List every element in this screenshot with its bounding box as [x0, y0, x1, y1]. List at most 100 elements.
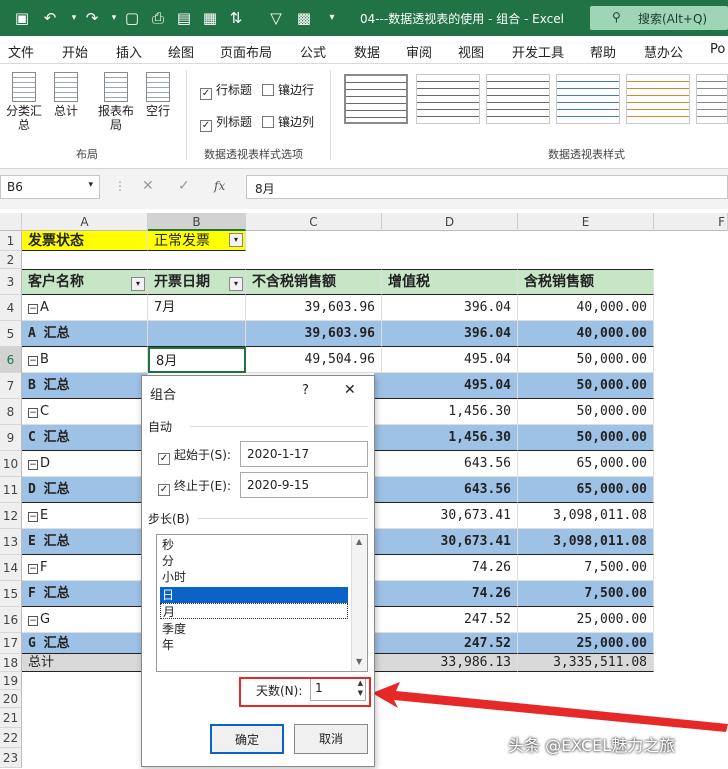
row-header[interactable]: 2 [0, 251, 22, 269]
tab-help[interactable]: 帮助 [590, 42, 616, 61]
collapse-icon[interactable]: − [28, 408, 38, 418]
table-cell[interactable]: 30,673.41 [374, 503, 518, 529]
table-cell[interactable] [148, 321, 246, 347]
banded-rows-checkbox[interactable]: 镶边行 [262, 81, 314, 98]
style-thumbnail-selected[interactable] [344, 74, 408, 124]
row-header[interactable]: 3 [0, 269, 22, 295]
table-cell[interactable]: 25,000.00 [518, 633, 654, 654]
chevron-down-icon[interactable]: ▾ [229, 277, 243, 291]
new-file-icon[interactable]: ▢ [122, 8, 142, 28]
undo-icon[interactable]: ↶ [40, 8, 60, 28]
table-cell[interactable]: 3,098,011.08 [518, 503, 654, 529]
table-cell[interactable]: 65,000.00 [518, 477, 654, 503]
table-cell[interactable]: 40,000.00 [518, 321, 654, 347]
confirm-icon[interactable]: ✓ [178, 178, 190, 194]
screenshot-icon[interactable]: ▩ [294, 8, 314, 28]
table-row-customer[interactable]: − G [22, 607, 142, 633]
row-header[interactable]: 1 [0, 231, 22, 251]
collapse-icon[interactable]: − [28, 616, 38, 626]
sort-icon[interactable]: ⇅ [226, 8, 246, 28]
column-header-b[interactable]: B [148, 213, 246, 231]
column-headers-checkbox[interactable]: ✓ 列标题 [200, 113, 252, 132]
tab-page-layout[interactable]: 页面布局 [220, 42, 272, 61]
tab-home[interactable]: 开始 [62, 42, 88, 61]
tab-file[interactable]: 文件 [8, 42, 34, 61]
column-header-d[interactable]: D [382, 213, 518, 231]
table-row-customer[interactable]: − D [22, 451, 142, 477]
row-header[interactable]: 17 [0, 633, 22, 654]
customize-qat-icon[interactable]: ▾ [322, 8, 342, 28]
end-checkbox[interactable]: ✓ 终止于(E): [158, 477, 231, 496]
row-header[interactable]: 6 [0, 347, 22, 373]
style-thumbnail[interactable] [486, 74, 550, 124]
header-sales-excl-tax[interactable]: 不含税销售额 [246, 269, 382, 295]
tab-insert[interactable]: 插入 [116, 42, 142, 61]
row-header[interactable]: 22 [0, 728, 22, 748]
list-item-hours[interactable]: 小时 [160, 569, 348, 585]
list-item-seconds[interactable]: 秒 [160, 537, 348, 553]
table-row-customer[interactable]: − B [22, 347, 148, 373]
table-cell[interactable]: 495.04 [382, 347, 518, 373]
table-cell[interactable]: 1,456.30 [374, 399, 518, 425]
row-header[interactable]: 8 [0, 399, 22, 425]
tab-review[interactable]: 审阅 [406, 42, 432, 61]
banded-columns-checkbox[interactable]: 镶边列 [262, 113, 314, 130]
collapse-icon[interactable]: − [28, 564, 38, 574]
row-header[interactable]: 4 [0, 295, 22, 321]
row-header[interactable]: 11 [0, 477, 22, 503]
filter-active-icon[interactable]: ▾ [229, 233, 243, 247]
close-icon[interactable]: ✕ [344, 382, 356, 398]
start-date-input[interactable]: 2020-1-17 [240, 441, 368, 467]
table-cell[interactable]: 50,000.00 [518, 373, 654, 399]
table-cell[interactable]: 40,000.00 [518, 295, 654, 321]
column-header-f[interactable]: F [654, 213, 728, 231]
step-listbox[interactable]: 秒 分 小时 日 月 季度 年 ▲ ▼ [156, 534, 368, 672]
redo-icon[interactable]: ↷ [82, 8, 102, 28]
style-thumbnail[interactable] [416, 74, 480, 124]
help-button[interactable]: ? [302, 383, 309, 398]
collapse-icon[interactable]: − [28, 460, 38, 470]
table-cell-date[interactable]: 7月 [148, 295, 246, 321]
table-cell[interactable]: 39,603.96 [246, 321, 382, 347]
scroll-up-icon[interactable]: ▲ [356, 537, 362, 546]
redo-dropdown-icon[interactable]: ▾ [104, 8, 124, 28]
table-cell[interactable]: 7,500.00 [518, 555, 654, 581]
open-file-icon[interactable]: ▤ [174, 8, 194, 28]
tab-draw[interactable]: 绘图 [168, 42, 194, 61]
row-header[interactable]: 12 [0, 503, 22, 529]
row-header[interactable]: 16 [0, 607, 22, 633]
table-cell[interactable]: 74.26 [374, 555, 518, 581]
listbox-scrollbar[interactable]: ▲ ▼ [351, 535, 367, 671]
row-header[interactable]: 14 [0, 555, 22, 581]
active-cell[interactable]: 8月 [148, 347, 246, 373]
row-header[interactable]: 10 [0, 451, 22, 477]
undo-dropdown-icon[interactable]: ▾ [64, 8, 84, 28]
row-header[interactable]: 20 [0, 690, 22, 708]
table-cell[interactable]: 65,000.00 [518, 451, 654, 477]
table-cell[interactable]: 247.52 [374, 633, 518, 654]
table-cell[interactable]: 643.56 [374, 477, 518, 503]
insert-function-icon[interactable]: fx [214, 179, 225, 193]
end-date-input[interactable]: 2020-9-15 [240, 472, 368, 498]
subtotals-button[interactable]: 分类汇总 [4, 72, 44, 132]
row-header[interactable]: 13 [0, 529, 22, 555]
search-box[interactable]: ⚲ 搜索(Alt+Q) [590, 6, 728, 30]
column-header-c[interactable]: C [246, 213, 382, 231]
table-cell[interactable]: 396.04 [382, 295, 518, 321]
grand-totals-button[interactable]: 总计 [50, 72, 82, 118]
style-thumbnail-blue[interactable] [556, 74, 620, 124]
subtotal-label[interactable]: F 汇总 [22, 581, 142, 607]
table-cell[interactable]: 50,000.00 [518, 425, 654, 451]
row-header[interactable]: 15 [0, 581, 22, 607]
table-cell[interactable]: 247.52 [374, 607, 518, 633]
name-box[interactable]: B6 ▾ [0, 175, 100, 199]
column-header-e[interactable]: E [518, 213, 654, 231]
table-cell[interactable]: 3,335,511.08 [518, 654, 654, 672]
list-item-months[interactable]: 月 [160, 603, 348, 619]
table-row-customer[interactable]: − F [22, 555, 142, 581]
tab-power[interactable]: Po [710, 42, 725, 57]
select-all-corner[interactable] [0, 213, 22, 231]
table-cell[interactable]: 49,504.96 [246, 347, 382, 373]
row-header[interactable]: 23 [0, 748, 22, 768]
subtotal-label[interactable]: B 汇总 [22, 373, 148, 399]
